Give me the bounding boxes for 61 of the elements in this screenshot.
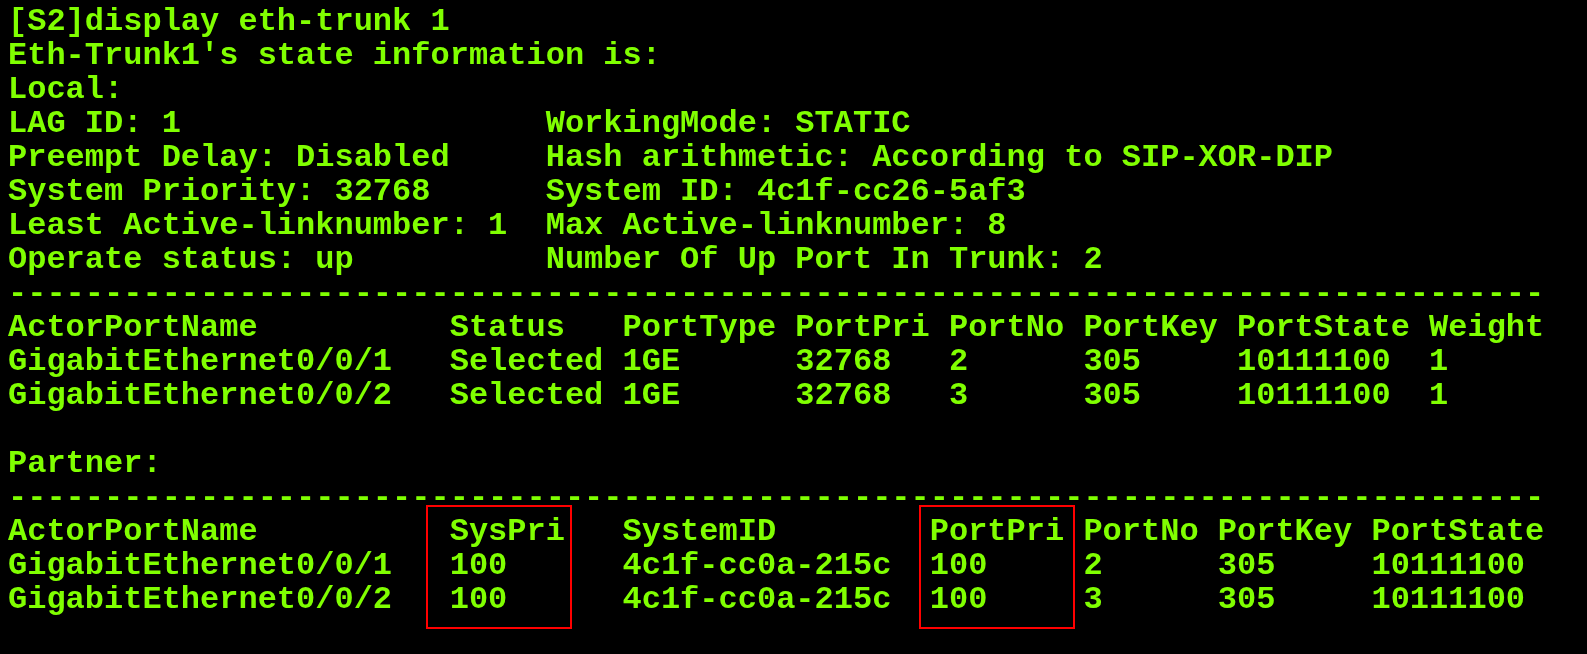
separator-line: -------------------------------------------------------------------------------- [8, 479, 1545, 516]
section-title: Partner: [8, 445, 162, 482]
column-header: ActorPortName [8, 309, 258, 346]
column-header: PortKey [1217, 513, 1353, 550]
table-cell: GigabitEthernet0/0/2 [8, 581, 393, 618]
column-header: Weight [1429, 309, 1545, 346]
column-header: PortPri [929, 513, 1065, 550]
table-cell: 3 [948, 377, 969, 414]
table-cell: 4c1f-cc0a-215c [622, 581, 892, 618]
table-cell: 10111100 [1371, 547, 1526, 584]
column-header: SystemID [622, 513, 777, 550]
table-cell: 100 [449, 581, 508, 618]
table-cell: 305 [1217, 547, 1276, 584]
output-heading: Eth-Trunk1's state information is: [8, 37, 661, 74]
table-cell: GigabitEthernet0/0/2 [8, 377, 393, 414]
table-cell: 1GE [622, 377, 681, 414]
table-cell: 305 [1217, 581, 1276, 618]
table-cell: 100 [929, 547, 988, 584]
table-cell: 305 [1083, 343, 1141, 380]
field-text: System ID: 4c1f-cc26-5af3 [545, 175, 1026, 209]
table-cell: Selected [449, 377, 604, 414]
table-cell: 2 [1083, 547, 1103, 584]
field-text: Operate status: up [8, 241, 354, 278]
field-text: Least Active-linknumber: 1 [8, 207, 508, 244]
table-cell: 4c1f-cc0a-215c [622, 547, 892, 584]
field-text: Number Of Up Port In Trunk: 2 [545, 243, 1103, 277]
table-cell: 305 [1083, 377, 1141, 414]
column-header: PortNo [948, 309, 1065, 346]
column-header: PortPri [795, 309, 930, 346]
table-cell: 10111100 [1237, 377, 1391, 414]
column-header: ActorPortName [8, 513, 258, 550]
column-header: PortKey [1083, 309, 1218, 346]
column-header: Status [449, 309, 565, 346]
field-text: Max Active-linknumber: 8 [545, 209, 1007, 243]
table-cell: 10111100 [1371, 581, 1526, 618]
table-cell: 32768 [795, 377, 892, 414]
table-cell: 100 [449, 547, 508, 584]
table-cell: GigabitEthernet0/0/1 [8, 547, 393, 584]
field-text: LAG ID: 1 [8, 105, 181, 142]
field-text: WorkingMode: STATIC [545, 107, 911, 141]
separator-line: -------------------------------------------------------------------------------- [8, 275, 1545, 312]
table-cell: 32768 [795, 343, 892, 380]
field-text: Hash arithmetic: According to SIP-XOR-DIP [545, 141, 1333, 175]
field-text: Preempt Delay: Disabled [8, 139, 450, 176]
table-cell: 10111100 [1237, 343, 1391, 380]
command-line: [S2]display eth-trunk 1 [8, 3, 450, 40]
field-text: System Priority: 32768 [8, 173, 431, 210]
column-header: PortType [622, 309, 777, 346]
column-header: PortState [1237, 309, 1410, 346]
table-cell: 3 [1083, 581, 1103, 618]
table-cell: 1GE [622, 343, 681, 380]
column-header: PortState [1371, 513, 1545, 550]
table-cell: GigabitEthernet0/0/1 [8, 343, 393, 380]
section-title: Local: [8, 71, 124, 108]
column-header: SysPri [449, 513, 565, 550]
table-cell: 2 [948, 343, 969, 380]
table-cell: 100 [929, 581, 988, 618]
table-cell: 1 [1429, 343, 1449, 380]
column-header: PortNo [1083, 513, 1199, 550]
table-cell: Selected [449, 343, 604, 380]
table-cell: 1 [1429, 377, 1449, 414]
